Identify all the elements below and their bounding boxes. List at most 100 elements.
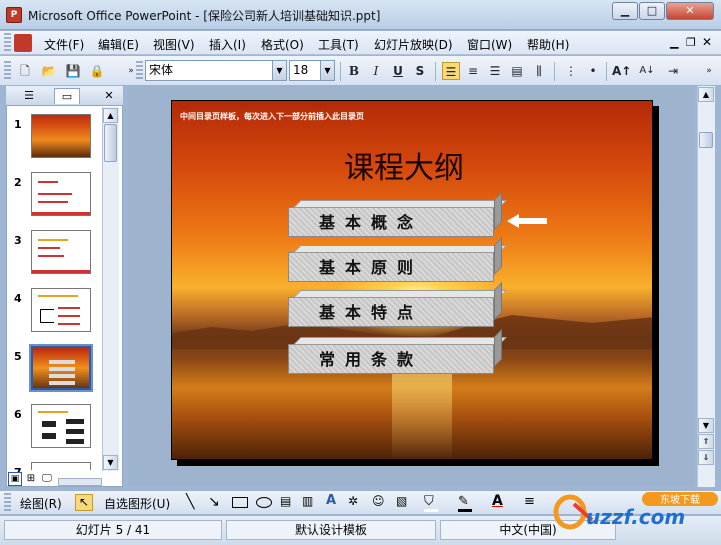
- diagram-icon[interactable]: ✲: [348, 494, 358, 508]
- toolbar-options-icon[interactable]: »: [700, 62, 718, 80]
- separator: [435, 62, 436, 81]
- slide-sorter-icon[interactable]: ⊞: [24, 472, 38, 486]
- italic-button[interactable]: I: [367, 62, 385, 80]
- left-arrow-icon[interactable]: [507, 214, 547, 228]
- svg-text:uzzf.com: uzzf.com: [586, 505, 685, 529]
- chevron-down-icon[interactable]: ▼: [320, 61, 334, 80]
- slides-tab[interactable]: ▭: [54, 88, 80, 104]
- menu-edit[interactable]: 编辑(E): [98, 36, 139, 53]
- chevron-down-icon[interactable]: ▼: [272, 61, 286, 80]
- box-top: [293, 245, 507, 253]
- bullets-icon[interactable]: •: [584, 62, 602, 80]
- line-style-icon[interactable]: ≡: [524, 494, 535, 509]
- powerpoint-app-icon[interactable]: P: [6, 7, 22, 23]
- maximize-button[interactable]: □: [639, 2, 665, 20]
- outline-item-2[interactable]: 基本原则: [288, 237, 507, 282]
- open-icon[interactable]: 📂: [40, 62, 58, 80]
- scroll-thumb[interactable]: [104, 124, 117, 162]
- scroll-down-icon[interactable]: ▼: [698, 418, 714, 433]
- textbox-icon[interactable]: ▤: [280, 494, 291, 508]
- justify-icon[interactable]: ▤: [508, 62, 526, 80]
- toolbar-grip-2[interactable]: [136, 61, 143, 81]
- picture-icon[interactable]: ▧: [396, 494, 407, 508]
- menu-grip[interactable]: [4, 33, 11, 53]
- slide-thumbnail[interactable]: [31, 404, 91, 448]
- align-right-icon[interactable]: ☰: [486, 62, 504, 80]
- draw-menu[interactable]: 绘图(R): [20, 495, 62, 512]
- vertical-align-icon[interactable]: ⫼: [530, 62, 548, 80]
- menu-help[interactable]: 帮助(H): [527, 36, 569, 53]
- scroll-up-icon[interactable]: ▲: [103, 108, 118, 123]
- toolbar-grip[interactable]: [4, 493, 11, 513]
- slide-canvas[interactable]: 中间目录页样板，每次进入下一部分前插入此目录页 课程大纲 基本概念 基本原则 基…: [171, 100, 653, 460]
- slide-thumbnail[interactable]: [31, 462, 91, 470]
- doc-minimize-icon[interactable]: ▁: [670, 36, 678, 49]
- slide-note[interactable]: 中间目录页样板，每次进入下一部分前插入此目录页: [180, 111, 364, 122]
- close-button[interactable]: ✕: [666, 2, 714, 20]
- font-color-icon[interactable]: A: [492, 493, 503, 509]
- next-slide-icon[interactable]: ⇓: [698, 450, 714, 465]
- document-icon[interactable]: [14, 34, 32, 52]
- autoshapes-menu[interactable]: 自选图形(U): [104, 495, 170, 512]
- normal-view-icon[interactable]: ▣: [8, 472, 22, 486]
- menu-format[interactable]: 格式(O): [261, 36, 304, 53]
- menu-tools[interactable]: 工具(T): [318, 36, 359, 53]
- close-panel-icon[interactable]: ✕: [96, 88, 122, 104]
- decrease-font-icon[interactable]: A↓: [638, 62, 656, 80]
- arrow-icon[interactable]: ↘: [208, 494, 220, 510]
- menu-view[interactable]: 视图(V): [153, 36, 195, 53]
- horizontal-scrollbar[interactable]: [58, 478, 102, 486]
- line-color-icon[interactable]: ✎: [458, 494, 469, 509]
- slideshow-view-icon[interactable]: 🖵: [40, 472, 54, 486]
- line-color-swatch: [458, 509, 472, 512]
- rectangle-icon[interactable]: [232, 497, 248, 508]
- slide-thumbnail-selected[interactable]: [29, 344, 93, 392]
- line-icon[interactable]: ╲: [186, 494, 194, 510]
- font-name-select[interactable]: 宋体 ▼: [145, 60, 287, 81]
- separator: [554, 62, 555, 81]
- minimize-button[interactable]: ▁: [612, 2, 638, 20]
- scroll-thumb[interactable]: [699, 132, 713, 148]
- menu-insert[interactable]: 插入(I): [209, 36, 246, 53]
- outline-item-3[interactable]: 基本特点: [288, 282, 507, 327]
- outline-item-label: 基本特点: [319, 303, 424, 322]
- box-side: [494, 329, 502, 367]
- permission-icon[interactable]: 🔒: [88, 62, 106, 80]
- font-size-select[interactable]: 18 ▼: [289, 60, 335, 81]
- new-icon[interactable]: 🗋: [16, 62, 34, 80]
- font-size-value: 18: [293, 63, 309, 77]
- scroll-down-icon[interactable]: ▼: [103, 455, 118, 470]
- underline-button[interactable]: U: [389, 62, 407, 80]
- slide-thumbnail[interactable]: [31, 172, 91, 216]
- clipart-icon[interactable]: ☺: [372, 494, 385, 508]
- vertical-textbox-icon[interactable]: ▥: [302, 494, 313, 508]
- align-center-icon[interactable]: ≡: [464, 62, 482, 80]
- menu-file[interactable]: 文件(F): [44, 36, 84, 53]
- slide-title[interactable]: 课程大纲: [344, 143, 464, 187]
- increase-font-icon[interactable]: A↑: [612, 62, 631, 80]
- slide-thumbnail[interactable]: [31, 288, 91, 332]
- menu-slideshow[interactable]: 幻灯片放映(D): [374, 36, 453, 53]
- outline-item-4[interactable]: 常用条款: [288, 329, 507, 374]
- previous-slide-icon[interactable]: ⇑: [698, 434, 714, 449]
- outline-tab[interactable]: ☰: [16, 88, 42, 104]
- doc-close-icon[interactable]: ✕: [702, 35, 712, 49]
- doc-restore-icon[interactable]: ❐: [686, 36, 696, 49]
- toolbar-grip[interactable]: [4, 61, 11, 81]
- text-shadow-button[interactable]: S: [411, 62, 429, 80]
- slide-thumbnail[interactable]: [31, 230, 91, 274]
- fill-color-icon[interactable]: ⛉: [424, 494, 434, 509]
- menu-window[interactable]: 窗口(W): [467, 36, 512, 53]
- thumbnail-number: 2: [14, 176, 22, 189]
- save-icon[interactable]: 💾: [64, 62, 82, 80]
- indent-icon[interactable]: ⇥: [664, 62, 682, 80]
- wordart-icon[interactable]: A: [326, 493, 336, 508]
- bold-button[interactable]: B: [345, 62, 363, 80]
- oval-icon[interactable]: [256, 497, 272, 508]
- slide-thumbnail[interactable]: [31, 114, 91, 158]
- scroll-up-icon[interactable]: ▲: [698, 87, 714, 102]
- select-pointer-icon[interactable]: ↖: [75, 494, 93, 511]
- align-left-icon[interactable]: ☰: [442, 62, 460, 80]
- numbering-icon[interactable]: ⋮: [562, 62, 580, 80]
- outline-item-1[interactable]: 基本概念: [288, 192, 507, 237]
